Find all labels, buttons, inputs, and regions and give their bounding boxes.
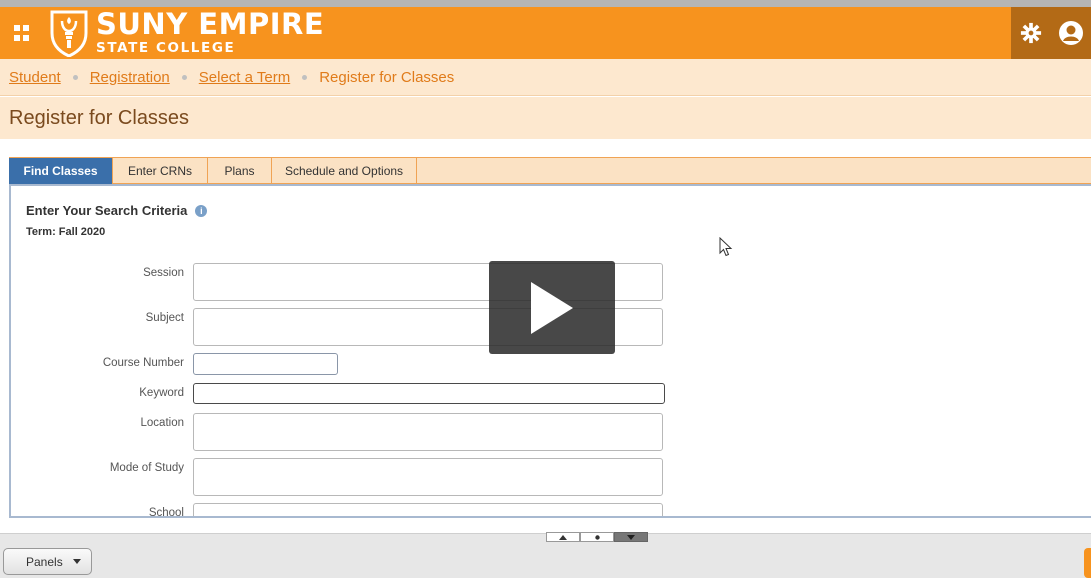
top-strip bbox=[0, 0, 1091, 7]
breadcrumb-select-term[interactable]: Select a Term bbox=[199, 69, 290, 86]
scroll-up-handle[interactable] bbox=[546, 532, 580, 542]
tab-plans[interactable]: Plans bbox=[208, 158, 272, 184]
video-play-button[interactable] bbox=[489, 261, 615, 354]
page-title-bar: Register for Classes bbox=[0, 97, 1091, 139]
page-title: Register for Classes bbox=[9, 106, 190, 129]
mouse-cursor-icon bbox=[719, 237, 733, 257]
breadcrumb-current: Register for Classes bbox=[319, 68, 455, 86]
chevron-down-icon bbox=[72, 559, 81, 564]
panel-resize-handles bbox=[546, 532, 648, 542]
breadcrumb-separator bbox=[302, 74, 308, 80]
breadcrumb: Student Registration Select a Term Regis… bbox=[0, 59, 1091, 96]
keyword-input[interactable] bbox=[193, 383, 665, 404]
search-heading-row: Enter Your Search Criteria i bbox=[26, 203, 208, 218]
tab-bar: Find Classes Enter CRNs Plans Schedule a… bbox=[9, 157, 1091, 190]
location-input[interactable] bbox=[193, 413, 663, 451]
app-header: SUNY EMPIRE STATE COLLEGE bbox=[0, 7, 1091, 59]
apps-grid-icon[interactable] bbox=[14, 25, 30, 41]
tab-find-classes[interactable]: Find Classes bbox=[9, 158, 113, 190]
torch-shield-icon bbox=[50, 10, 88, 57]
course-number-label: Course Number bbox=[102, 357, 184, 369]
scroll-middle-handle[interactable] bbox=[580, 532, 614, 542]
gear-icon[interactable] bbox=[1018, 20, 1044, 46]
course-number-input[interactable] bbox=[193, 353, 338, 375]
mode-of-study-input[interactable] bbox=[193, 458, 663, 496]
logo-title: SUNY EMPIRE bbox=[96, 7, 325, 42]
logo[interactable]: SUNY EMPIRE STATE COLLEGE bbox=[48, 9, 324, 57]
side-tab[interactable] bbox=[1084, 548, 1091, 578]
school-label: School bbox=[148, 507, 184, 518]
user-icon[interactable] bbox=[1058, 20, 1084, 46]
play-icon bbox=[531, 281, 573, 334]
breadcrumb-student[interactable]: Student bbox=[9, 69, 61, 86]
location-label: Location bbox=[140, 417, 184, 429]
session-label: Session bbox=[143, 267, 184, 279]
search-heading: Enter Your Search Criteria bbox=[26, 203, 188, 218]
subject-label: Subject bbox=[145, 312, 184, 324]
header-actions bbox=[1011, 7, 1091, 59]
breadcrumb-separator bbox=[72, 74, 78, 80]
panels-button[interactable]: Panels bbox=[3, 548, 92, 575]
keyword-label: Keyword bbox=[139, 387, 184, 399]
scroll-down-handle[interactable] bbox=[614, 532, 648, 542]
school-input[interactable] bbox=[193, 503, 663, 516]
tab-enter-crns[interactable]: Enter CRNs bbox=[113, 158, 208, 184]
mode-of-study-label: Mode of Study bbox=[109, 462, 184, 474]
logo-subtitle: STATE COLLEGE bbox=[96, 40, 236, 57]
info-icon[interactable]: i bbox=[195, 204, 208, 217]
tab-schedule-options[interactable]: Schedule and Options bbox=[272, 158, 417, 184]
breadcrumb-registration[interactable]: Registration bbox=[90, 69, 170, 86]
bottom-toolbar: Panels bbox=[0, 532, 1091, 578]
term-label: Term: Fall 2020 bbox=[26, 226, 106, 238]
panels-label: Panels bbox=[26, 554, 63, 569]
breadcrumb-separator bbox=[181, 74, 187, 80]
